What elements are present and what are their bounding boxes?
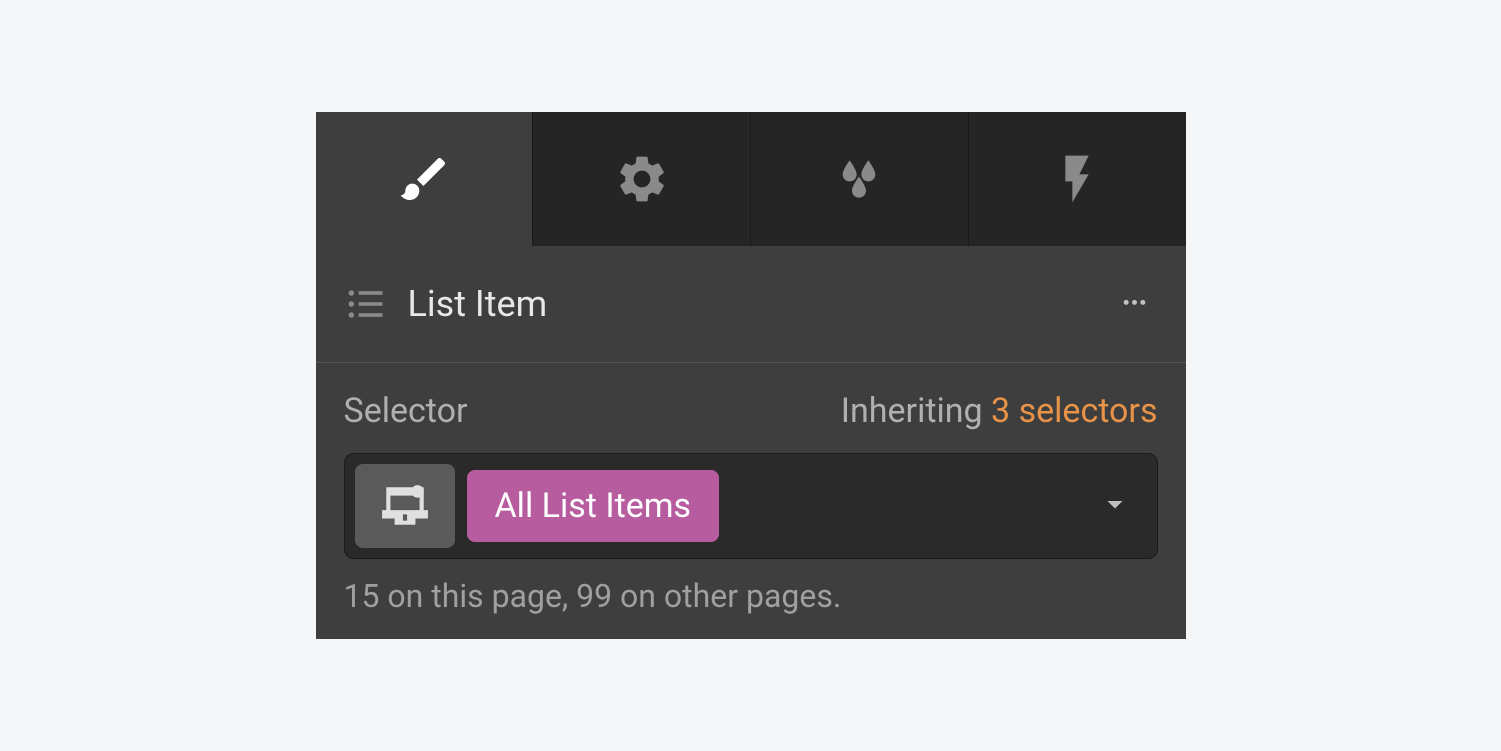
more-options-button[interactable] — [1106, 294, 1158, 314]
drops-icon — [831, 151, 887, 207]
list-item-icon — [344, 282, 388, 326]
panel-tabs — [316, 112, 1186, 246]
selector-header-row: Selector Inheriting 3 selectors — [344, 391, 1158, 431]
style-tab[interactable] — [316, 112, 534, 246]
selector-label: Selector — [344, 391, 468, 431]
selector-section: Selector Inheriting 3 selectors All List… — [316, 363, 1186, 639]
effects-tab[interactable] — [751, 112, 969, 246]
element-header: List Item — [316, 246, 1186, 363]
desktop-icon — [380, 481, 430, 531]
selector-dropdown-arrow[interactable] — [1097, 486, 1133, 526]
selector-count-text: 15 on this page, 99 on other pages. — [344, 577, 1158, 615]
inheriting-count: 3 selectors — [991, 391, 1157, 431]
selector-field[interactable]: All List Items — [344, 453, 1158, 559]
interactions-tab[interactable] — [969, 112, 1186, 246]
gear-icon — [614, 151, 670, 207]
selector-tag[interactable]: All List Items — [467, 470, 720, 542]
bolt-icon — [1049, 151, 1105, 207]
inheriting-label: Inheriting — [841, 391, 983, 431]
element-name: List Item — [408, 283, 548, 325]
style-panel: List Item Selector Inheriting 3 selector… — [316, 112, 1186, 639]
inheriting-link[interactable]: Inheriting 3 selectors — [841, 391, 1158, 431]
chevron-down-icon — [1097, 486, 1133, 522]
element-header-left: List Item — [344, 282, 548, 326]
breakpoint-button[interactable] — [355, 464, 455, 548]
settings-tab[interactable] — [533, 112, 751, 246]
brush-icon — [396, 151, 452, 207]
